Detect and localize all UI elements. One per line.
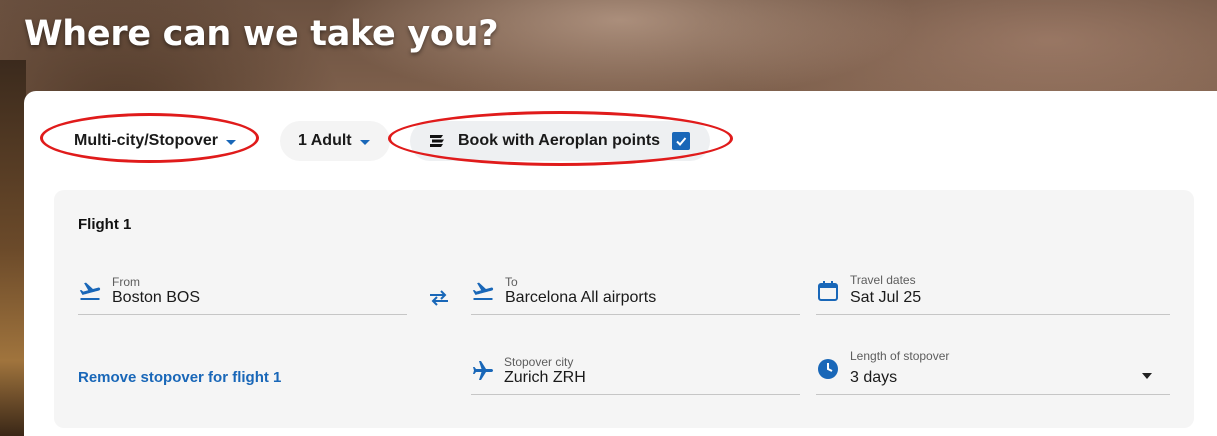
travel-dates-label: Travel dates (850, 273, 916, 287)
stopover-city-value: Zurich ZRH (504, 369, 586, 386)
chevron-down-icon (1142, 373, 1152, 379)
passengers-label: 1 Adult (298, 132, 352, 149)
plane-icon (473, 361, 493, 380)
chevron-down-icon (359, 139, 370, 145)
plane-takeoff-icon (79, 282, 101, 300)
stopover-length-dropdown[interactable]: Length of stopover 3 days (816, 345, 1170, 395)
to-value: Barcelona All airports (505, 289, 657, 306)
annotation-circle-aeroplan (388, 111, 733, 166)
plane-takeoff-icon (472, 282, 494, 300)
from-label: From (112, 275, 140, 289)
to-field[interactable]: To Barcelona All airports (471, 265, 800, 315)
clock-icon (818, 359, 838, 379)
stopover-city-label: Stopover city (504, 355, 574, 369)
to-label: To (505, 275, 518, 289)
passengers-dropdown[interactable]: 1 Adult (280, 121, 390, 161)
stopover-length-value: 3 days (850, 369, 898, 386)
from-value: Boston BOS (112, 289, 201, 306)
from-field[interactable]: From Boston BOS (78, 265, 407, 315)
calendar-icon (818, 281, 838, 301)
flight-heading: Flight 1 (78, 216, 132, 233)
swap-icon[interactable] (428, 288, 450, 308)
stopover-city-field[interactable]: Stopover city Zurich ZRH (471, 345, 800, 395)
page-title: Where can we take you? (24, 14, 499, 54)
hero-landscape (0, 60, 26, 436)
stopover-length-label: Length of stopover (850, 349, 950, 363)
travel-dates-value: Sat Jul 25 (850, 289, 922, 306)
remove-stopover-link[interactable]: Remove stopover for flight 1 (78, 369, 281, 386)
travel-dates-field[interactable]: Travel dates Sat Jul 25 (816, 265, 1170, 315)
annotation-circle-trip-type (40, 113, 259, 163)
